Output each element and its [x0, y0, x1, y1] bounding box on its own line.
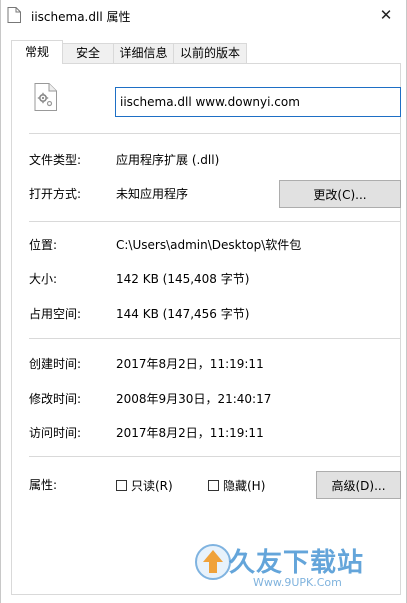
- opens-with-value: 未知应用程序: [116, 187, 189, 201]
- size-value: 142 KB (145,408 字节): [116, 272, 250, 286]
- file-name-input[interactable]: [115, 87, 401, 117]
- close-icon: ✕: [379, 6, 393, 24]
- window-title: iischema.dll 属性: [31, 10, 131, 24]
- dll-file-icon: [34, 83, 57, 111]
- general-panel: [11, 63, 401, 595]
- tab-previous-versions[interactable]: 以前的版本: [173, 43, 247, 63]
- change-button[interactable]: 更改(C)...: [279, 180, 401, 208]
- advanced-button[interactable]: 高级(D)...: [316, 471, 401, 499]
- file-type-value: 应用程序扩展 (.dll): [116, 153, 220, 167]
- title-bar[interactable]: iischema.dll 属性 ✕: [1, 0, 406, 30]
- separator: [29, 456, 400, 457]
- separator: [29, 133, 400, 134]
- checkbox-box[interactable]: [116, 480, 127, 491]
- properties-window: iischema.dll 属性 ✕ 常规 安全 详细信息 以前的版本 文件类型:…: [0, 0, 407, 603]
- size-on-disk-label: 占用空间:: [29, 307, 82, 321]
- tab-security[interactable]: 安全: [62, 43, 114, 63]
- size-label: 大小:: [29, 272, 58, 286]
- close-button[interactable]: ✕: [370, 0, 402, 30]
- modified-value: 2008年9月30日，21:40:17: [116, 392, 272, 406]
- watermark-text: 久友下载站: [229, 548, 365, 578]
- separator: [29, 338, 400, 339]
- created-label: 创建时间:: [29, 357, 82, 371]
- accessed-label: 访问时间:: [29, 426, 82, 440]
- file-icon: [7, 7, 21, 23]
- created-value: 2017年8月2日，11:19:11: [116, 357, 264, 371]
- location-value: C:\Users\admin\Desktop\软件包: [116, 238, 302, 252]
- tab-general[interactable]: 常规: [11, 40, 63, 64]
- watermark-logo-icon: [195, 544, 231, 580]
- location-label: 位置:: [29, 238, 58, 252]
- file-type-label: 文件类型:: [29, 153, 82, 167]
- accessed-value: 2017年8月2日，11:19:11: [116, 426, 264, 440]
- checkbox-box[interactable]: [208, 480, 219, 491]
- hidden-checkbox[interactable]: 隐藏(H): [208, 477, 265, 494]
- tab-details[interactable]: 详细信息: [113, 43, 174, 63]
- readonly-checkbox[interactable]: 只读(R): [116, 477, 173, 494]
- attributes-label: 属性:: [29, 478, 58, 492]
- watermark-url: Www.9UPK.Com: [253, 576, 342, 589]
- opens-with-label: 打开方式:: [29, 187, 82, 201]
- separator: [29, 221, 400, 222]
- modified-label: 修改时间:: [29, 392, 82, 406]
- watermark: 久友下载站 Www.9UPK.Com: [189, 538, 407, 598]
- size-on-disk-value: 144 KB (147,456 字节): [116, 307, 250, 321]
